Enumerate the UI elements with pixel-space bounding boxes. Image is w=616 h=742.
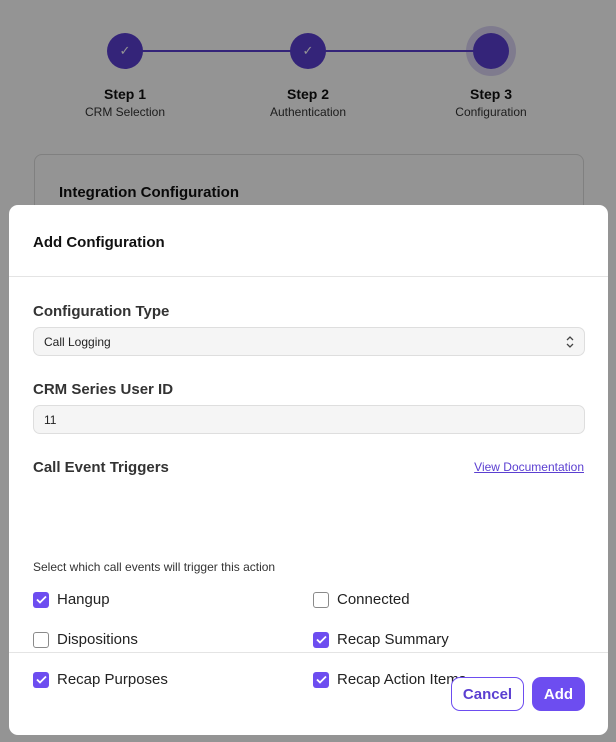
connected-checkbox[interactable]: Connected	[313, 591, 410, 608]
modal-header: Add Configuration	[9, 205, 608, 277]
checkbox-checked-icon[interactable]	[313, 631, 329, 648]
checkbox-unchecked-icon[interactable]	[33, 631, 49, 648]
modal-body: Configuration Type Call Logging CRM Seri…	[9, 277, 608, 688]
checkbox-checked-icon[interactable]	[33, 591, 49, 608]
view-documentation-link[interactable]: View Documentation	[474, 460, 584, 474]
checkbox-label: Hangup	[57, 591, 110, 608]
call-event-triggers-label: Call Event Triggers	[33, 459, 169, 476]
configuration-type-select[interactable]: Call Logging	[33, 327, 585, 356]
crm-user-id-input[interactable]: 11	[33, 405, 585, 434]
checkbox-unchecked-icon[interactable]	[313, 591, 329, 608]
triggers-helper-text: Select which call events will trigger th…	[33, 560, 276, 574]
add-configuration-modal: Add Configuration Configuration Type Cal…	[9, 205, 608, 735]
checkbox-label: Recap Summary	[337, 631, 449, 648]
select-value: Call Logging	[44, 334, 111, 349]
crm-user-id-label: CRM Series User ID	[33, 381, 174, 398]
modal-footer: Cancel Add	[9, 652, 608, 735]
configuration-type-label: Configuration Type	[33, 303, 170, 320]
checkbox-label: Dispositions	[57, 631, 138, 648]
dispositions-checkbox[interactable]: Dispositions	[33, 631, 138, 648]
hangup-checkbox[interactable]: Hangup	[33, 591, 110, 608]
recap-summary-checkbox[interactable]: Recap Summary	[313, 631, 449, 648]
add-button[interactable]: Add	[532, 677, 585, 711]
cancel-button[interactable]: Cancel	[451, 677, 524, 711]
modal-title: Add Configuration	[33, 234, 165, 251]
chevron-up-down-icon	[566, 336, 574, 348]
checkbox-label: Connected	[337, 591, 410, 608]
input-value: 11	[44, 412, 57, 427]
